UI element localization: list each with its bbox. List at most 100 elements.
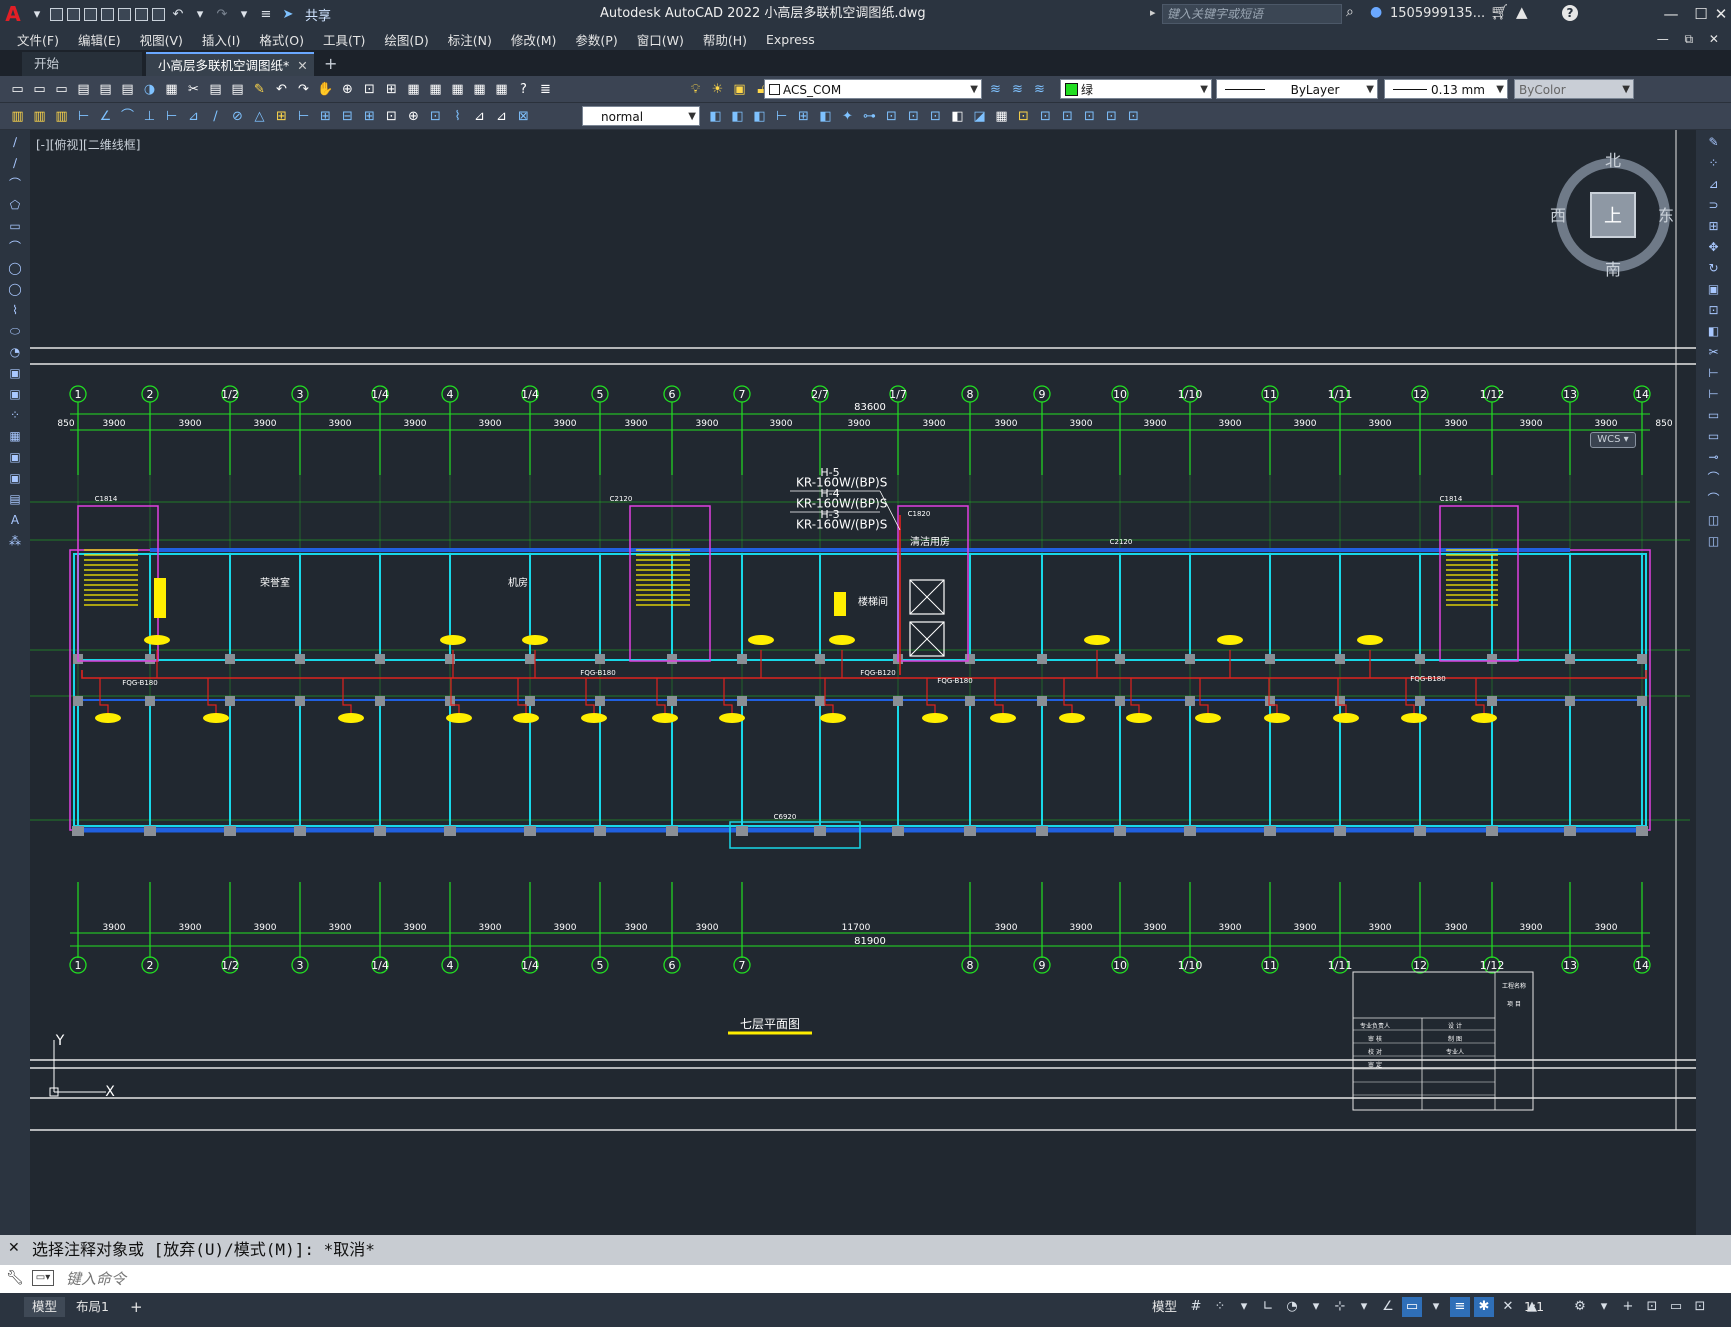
status-tool-21-icon[interactable]: ⊡ xyxy=(1690,1297,1710,1317)
layer-previous-icon[interactable]: ≋ xyxy=(1008,80,1027,99)
modify-tool-10-icon[interactable]: ⊡ xyxy=(926,107,945,126)
status-tool-10-icon[interactable]: ▾ xyxy=(1426,1297,1446,1317)
modify-tool-0-icon[interactable]: ✎ xyxy=(1704,133,1724,151)
layer-thaw-icon[interactable]: ☀ xyxy=(708,80,727,99)
standard-tool-16-icon[interactable]: ⊡ xyxy=(360,80,379,99)
share-icon[interactable]: ➤ xyxy=(279,5,297,23)
menu-item-8[interactable]: 修改(M) xyxy=(504,30,569,49)
wrench-icon[interactable]: 🔧︎ xyxy=(6,1270,24,1286)
modify-tool-6-icon[interactable]: ✦ xyxy=(838,107,857,126)
dimension-tool-15-icon[interactable]: ⊟ xyxy=(338,107,357,126)
text-style-dropdown[interactable]: normal ▼ xyxy=(582,106,700,126)
layout-tab-model[interactable]: 模型 xyxy=(24,1297,66,1317)
status-tool-13-icon[interactable]: ✕ xyxy=(1498,1297,1518,1317)
compass-north[interactable]: 北 xyxy=(1605,151,1621,170)
draw-tool-18-icon[interactable]: A xyxy=(5,511,25,529)
dimension-tool-3-icon[interactable]: ⊢ xyxy=(74,107,93,126)
modify-tool-14-icon[interactable]: ▭ xyxy=(1704,427,1724,445)
app-menu-chevron-icon[interactable]: ▾ xyxy=(28,5,46,23)
status-tool-1-icon[interactable]: ⁘ xyxy=(1210,1297,1230,1317)
modify-tool-7-icon[interactable]: ▣ xyxy=(1704,280,1724,298)
dimension-tool-2-icon[interactable]: ▥ xyxy=(52,107,71,126)
standard-tool-22-icon[interactable]: ▦ xyxy=(492,80,511,99)
modify-tool-10-icon[interactable]: ✂ xyxy=(1704,343,1724,361)
customize-qat-icon[interactable]: ≡ xyxy=(257,5,275,23)
menu-item-6[interactable]: 绘图(D) xyxy=(377,30,440,49)
modify-tool-8-icon[interactable]: ⊡ xyxy=(1704,301,1724,319)
compass-south[interactable]: 南 xyxy=(1605,260,1621,279)
linetype-dropdown[interactable]: ByLayer ▼ xyxy=(1216,79,1378,99)
modify-tool-7-icon[interactable]: ⊶ xyxy=(860,107,879,126)
menu-item-11[interactable]: 帮助(H) xyxy=(696,30,759,49)
standard-tool-15-icon[interactable]: ⊕ xyxy=(338,80,357,99)
model-space-toggle[interactable]: 模型 xyxy=(1152,1297,1177,1317)
undo-dropdown-icon[interactable]: ▾ xyxy=(191,5,209,23)
search-icon[interactable]: ⌕ xyxy=(1346,4,1354,20)
compass-east[interactable]: 东 xyxy=(1658,206,1674,225)
open-file-icon[interactable] xyxy=(67,7,80,21)
dimension-tool-21-icon[interactable]: ⊿ xyxy=(470,107,489,126)
draw-tool-4-icon[interactable]: ▭ xyxy=(5,217,25,235)
user-name[interactable]: 1505999135... xyxy=(1390,0,1485,28)
dimension-tool-14-icon[interactable]: ⊞ xyxy=(316,107,335,126)
modify-tool-17-icon[interactable]: ⌒ xyxy=(1704,490,1724,508)
dimension-tool-9-icon[interactable]: ∕ xyxy=(206,107,225,126)
tab-drawing[interactable]: 小高层多联机空调图纸* ✕ xyxy=(146,52,314,76)
menu-item-1[interactable]: 编辑(E) xyxy=(71,30,133,49)
modify-tool-5-icon[interactable]: ✥ xyxy=(1704,238,1724,256)
command-input[interactable] xyxy=(66,1267,1666,1291)
status-tool-9-icon[interactable]: ▭ xyxy=(1402,1297,1422,1317)
menu-item-12[interactable]: Express xyxy=(759,32,827,47)
modify-tool-11-icon[interactable]: ⊢ xyxy=(1704,364,1724,382)
status-tool-20-icon[interactable]: ▭ xyxy=(1666,1297,1686,1317)
modify-tool-9-icon[interactable]: ◧ xyxy=(1704,322,1724,340)
modify-tool-12-icon[interactable]: ⊢ xyxy=(1704,385,1724,403)
viewport-controls-label[interactable]: [-][俯视][二维线框] xyxy=(36,136,140,153)
layer-dropdown[interactable]: ACS_COM ▼ xyxy=(764,79,982,99)
undo-icon[interactable]: ↶ xyxy=(169,5,187,23)
layer-on-icon[interactable]: 💡︎ xyxy=(686,80,705,99)
status-tool-2-icon[interactable]: ▾ xyxy=(1234,1297,1254,1317)
modify-tool-11-icon[interactable]: ◧ xyxy=(948,107,967,126)
modify-tool-15-icon[interactable]: ⊡ xyxy=(1036,107,1055,126)
menu-item-7[interactable]: 标注(N) xyxy=(441,30,504,49)
standard-tool-4-icon[interactable]: ▤ xyxy=(96,80,115,99)
dimension-tool-22-icon[interactable]: ⊿ xyxy=(492,107,511,126)
make-current-layer-icon[interactable]: ≋ xyxy=(986,80,1005,99)
dimension-tool-19-icon[interactable]: ⊡ xyxy=(426,107,445,126)
standard-tool-14-icon[interactable]: ✋ xyxy=(316,80,335,99)
status-tool-17-icon[interactable]: ▾ xyxy=(1594,1297,1614,1317)
status-tool-16-icon[interactable]: ⚙ xyxy=(1570,1297,1590,1317)
modify-tool-2-icon[interactable]: ◧ xyxy=(750,107,769,126)
menu-item-10[interactable]: 窗口(W) xyxy=(630,30,696,49)
minimize-button[interactable]: — xyxy=(1656,0,1686,28)
wcs-menu-button[interactable]: WCS ▾ xyxy=(1590,432,1636,448)
standard-tool-6-icon[interactable]: ◑ xyxy=(140,80,159,99)
status-tool-6-icon[interactable]: ⊹ xyxy=(1330,1297,1350,1317)
standard-tool-13-icon[interactable]: ↷ xyxy=(294,80,313,99)
standard-tool-8-icon[interactable]: ✂ xyxy=(184,80,203,99)
plot-icon[interactable] xyxy=(152,7,165,21)
modify-tool-5-icon[interactable]: ◧ xyxy=(816,107,835,126)
modify-tool-19-icon[interactable]: ⊡ xyxy=(1124,107,1143,126)
status-tool-5-icon[interactable]: ▾ xyxy=(1306,1297,1326,1317)
menu-item-5[interactable]: 工具(T) xyxy=(316,30,377,49)
draw-tool-3-icon[interactable]: ⬠ xyxy=(5,196,25,214)
draw-tool-17-icon[interactable]: ▤ xyxy=(5,490,25,508)
dimension-tool-10-icon[interactable]: ⊘ xyxy=(228,107,247,126)
close-icon[interactable]: ✕ xyxy=(297,58,307,73)
draw-tool-0-icon[interactable]: ∕ xyxy=(5,133,25,151)
modify-tool-13-icon[interactable]: ▦ xyxy=(992,107,1011,126)
modify-tool-6-icon[interactable]: ↻ xyxy=(1704,259,1724,277)
dimension-tool-11-icon[interactable]: △ xyxy=(250,107,269,126)
standard-tool-0-icon[interactable]: ▭ xyxy=(8,80,27,99)
add-tab-button[interactable]: + xyxy=(324,54,337,73)
standard-tool-12-icon[interactable]: ↶ xyxy=(272,80,291,99)
dimension-tool-8-icon[interactable]: ⊿ xyxy=(184,107,203,126)
modify-tool-15-icon[interactable]: ⊸ xyxy=(1704,448,1724,466)
dimension-tool-4-icon[interactable]: ∠ xyxy=(96,107,115,126)
standard-tool-7-icon[interactable]: ▦ xyxy=(162,80,181,99)
close-button[interactable]: ✕ xyxy=(1706,0,1731,28)
dimension-tool-5-icon[interactable]: ⌒ xyxy=(118,107,137,126)
standard-tool-23-icon[interactable]: ? xyxy=(514,80,533,99)
